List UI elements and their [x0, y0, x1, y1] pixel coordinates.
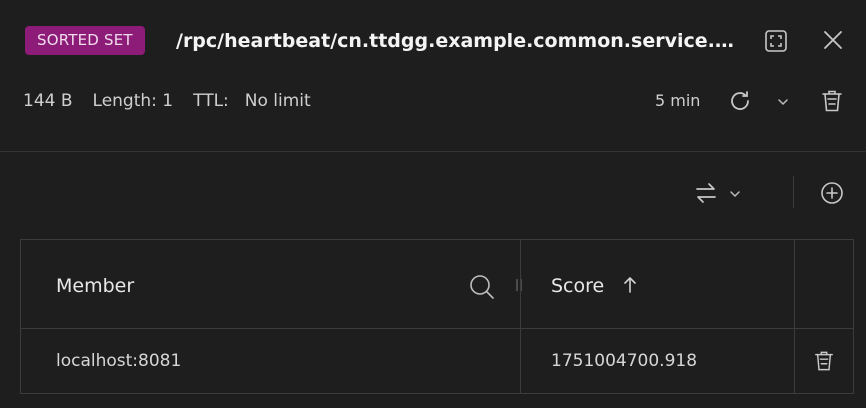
table-header: Member Score — [21, 240, 853, 329]
section-divider — [0, 151, 866, 152]
column-header-member: Member — [56, 275, 135, 297]
key-length: Length: 1 — [92, 91, 174, 111]
close-icon[interactable] — [820, 27, 846, 53]
plus-circle-icon[interactable] — [819, 180, 845, 206]
member-value[interactable]: localhost:8081 — [56, 349, 181, 373]
score-value[interactable]: 1751004700.918 — [551, 349, 697, 373]
members-table: Member Score localhost:8081 1751004700.9… — [20, 239, 854, 394]
format-chevron-down-icon[interactable] — [727, 186, 743, 202]
refresh-icon[interactable] — [727, 88, 753, 114]
key-details-panel: SORTED SET /rpc/heartbeat/cn.ttdgg.examp… — [0, 0, 866, 408]
chevron-down-icon[interactable] — [775, 94, 791, 110]
column-resize-handle[interactable] — [513, 278, 525, 292]
swap-arrows-icon[interactable] — [692, 180, 720, 206]
ttl-value[interactable]: No limit — [245, 91, 311, 111]
arrow-up-icon[interactable] — [620, 274, 640, 296]
fullscreen-icon[interactable] — [762, 27, 790, 55]
trash-icon[interactable] — [819, 87, 845, 115]
search-icon[interactable] — [468, 273, 496, 301]
toolbar-separator — [793, 176, 794, 208]
key-type-badge: SORTED SET — [25, 26, 145, 55]
key-size: 144 B — [23, 91, 73, 111]
column-header-score[interactable]: Score — [551, 274, 604, 298]
key-header: SORTED SET /rpc/heartbeat/cn.ttdgg.examp… — [0, 0, 866, 80]
key-info-row: 144 B Length: 1 TTL: No limit — [23, 89, 331, 113]
auto-refresh-interval: 5 min — [655, 91, 701, 110]
table-row[interactable]: localhost:8081 1751004700.918 — [21, 329, 853, 393]
ttl-label: TTL: — [193, 91, 229, 111]
row-trash-icon[interactable] — [812, 348, 836, 374]
key-name-title[interactable]: /rpc/heartbeat/cn.ttdgg.example.common.s… — [176, 29, 746, 53]
